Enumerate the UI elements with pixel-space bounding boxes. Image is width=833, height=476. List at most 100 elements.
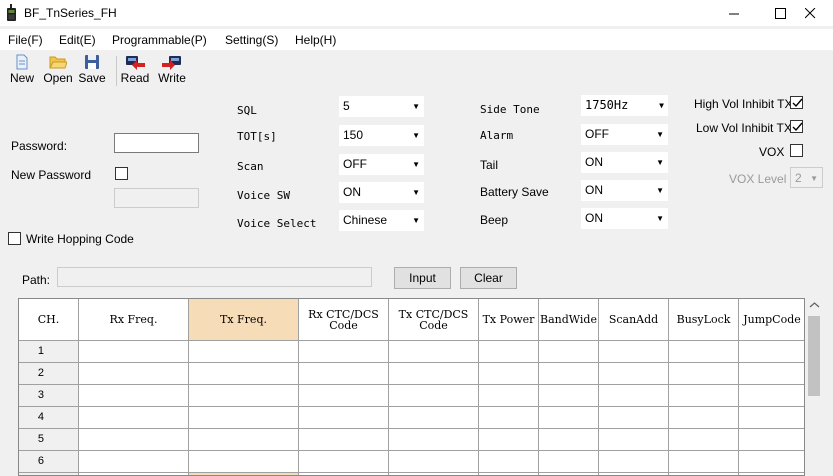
password-field[interactable] <box>114 133 199 153</box>
cell-jumpcode[interactable] <box>739 451 804 473</box>
cell-scanadd[interactable] <box>599 385 669 407</box>
cell-tx-freq[interactable] <box>189 385 299 407</box>
table-row[interactable]: 4 <box>19 407 804 429</box>
cell-tx-power[interactable] <box>479 385 539 407</box>
column-header-rx-freq[interactable]: Rx Freq. <box>79 299 189 341</box>
cell-tx-ctc-dcs[interactable] <box>389 363 479 385</box>
cell-tx-freq[interactable] <box>189 363 299 385</box>
voice-select-select[interactable]: Chinese ▼ <box>339 210 424 231</box>
write-hopping-checkbox[interactable] <box>8 232 21 245</box>
new-button[interactable]: New <box>4 54 40 90</box>
row-header[interactable]: 5 <box>19 429 79 451</box>
table-row[interactable]: 3 <box>19 385 804 407</box>
cell-scanadd[interactable] <box>599 363 669 385</box>
cell-jumpcode[interactable] <box>739 385 804 407</box>
vox-level-select[interactable]: 2 ▼ <box>790 167 823 188</box>
row-header[interactable]: 2 <box>19 363 79 385</box>
row-header[interactable]: 6 <box>19 451 79 473</box>
cell-tx-ctc-dcs[interactable] <box>389 407 479 429</box>
cell-rx-freq[interactable] <box>79 429 189 451</box>
column-header-tx-power[interactable]: Tx Power <box>479 299 539 341</box>
cell-rx-freq[interactable] <box>79 407 189 429</box>
menu-help[interactable]: Help(H) <box>295 33 336 47</box>
menu-edit[interactable]: Edit(E) <box>59 33 96 47</box>
cell-tx-power[interactable] <box>479 451 539 473</box>
vox-checkbox[interactable] <box>790 144 803 157</box>
cell-scanadd[interactable] <box>599 407 669 429</box>
cell-jumpcode[interactable] <box>739 341 804 363</box>
cell-busylock[interactable] <box>669 363 739 385</box>
cell-tx-ctc-dcs[interactable] <box>389 341 479 363</box>
cell-bandwide[interactable] <box>539 363 599 385</box>
cell-scanadd[interactable] <box>599 451 669 473</box>
cell-jumpcode[interactable] <box>739 363 804 385</box>
cell-rx-freq[interactable] <box>79 363 189 385</box>
cell-rx-ctc-dcs[interactable] <box>299 429 389 451</box>
row-header[interactable]: 1 <box>19 341 79 363</box>
read-button[interactable]: Read <box>117 54 153 90</box>
input-button[interactable]: Input <box>394 267 451 289</box>
cell-jumpcode[interactable] <box>739 407 804 429</box>
high-vol-inhibit-checkbox[interactable] <box>790 96 803 109</box>
cell-tx-power[interactable] <box>479 363 539 385</box>
clear-button[interactable]: Clear <box>460 267 517 289</box>
cell-tx-power[interactable] <box>479 407 539 429</box>
cell-scanadd[interactable] <box>599 341 669 363</box>
cell-jumpcode[interactable] <box>739 429 804 451</box>
column-header-ch[interactable]: CH. <box>19 299 79 341</box>
cell-rx-ctc-dcs[interactable] <box>299 407 389 429</box>
cell-busylock[interactable] <box>669 385 739 407</box>
cell-busylock[interactable] <box>669 429 739 451</box>
close-button[interactable] <box>787 0 833 26</box>
table-row[interactable]: 1 <box>19 341 804 363</box>
menu-programmable[interactable]: Programmable(P) <box>112 33 207 47</box>
battery-save-select[interactable]: ON ▼ <box>581 180 668 201</box>
cell-scanadd[interactable] <box>599 429 669 451</box>
alarm-select[interactable]: OFF ▼ <box>581 124 668 145</box>
save-button[interactable]: Save <box>74 54 110 90</box>
cell-tx-freq[interactable] <box>189 451 299 473</box>
scan-select[interactable]: OFF ▼ <box>339 154 424 175</box>
cell-bandwide[interactable] <box>539 429 599 451</box>
column-header-busylock[interactable]: BusyLock <box>669 299 739 341</box>
cell-tx-freq[interactable] <box>189 341 299 363</box>
table-row[interactable]: 2 <box>19 363 804 385</box>
cell-rx-freq[interactable] <box>79 451 189 473</box>
menu-setting[interactable]: Setting(S) <box>225 33 278 47</box>
path-field[interactable] <box>57 267 372 287</box>
cell-busylock[interactable] <box>669 407 739 429</box>
low-vol-inhibit-checkbox[interactable] <box>790 120 803 133</box>
row-header[interactable]: 3 <box>19 385 79 407</box>
open-button[interactable]: Open <box>40 54 76 90</box>
sql-select[interactable]: 5 ▼ <box>339 96 424 117</box>
cell-rx-ctc-dcs[interactable] <box>299 385 389 407</box>
cell-bandwide[interactable] <box>539 451 599 473</box>
column-header-scanadd[interactable]: ScanAdd <box>599 299 669 341</box>
voice-sw-select[interactable]: ON ▼ <box>339 182 424 203</box>
cell-rx-ctc-dcs[interactable] <box>299 451 389 473</box>
scrollbar-thumb[interactable] <box>808 316 820 396</box>
cell-bandwide[interactable] <box>539 385 599 407</box>
channel-table[interactable]: CH. Rx Freq. Tx Freq. Rx CTC/DCS Code Tx CTC… <box>18 298 805 476</box>
column-header-bandwide[interactable]: BandWide <box>539 299 599 341</box>
beep-select[interactable]: ON ▼ <box>581 208 668 229</box>
new-password-field[interactable] <box>114 188 199 208</box>
cell-tx-ctc-dcs[interactable] <box>389 451 479 473</box>
cell-tx-freq[interactable] <box>189 429 299 451</box>
write-button[interactable]: Write <box>154 54 190 90</box>
row-header[interactable]: 4 <box>19 407 79 429</box>
cell-busylock[interactable] <box>669 341 739 363</box>
tail-select[interactable]: ON ▼ <box>581 152 668 173</box>
cell-tx-freq[interactable] <box>189 407 299 429</box>
cell-busylock[interactable] <box>669 451 739 473</box>
side-tone-select[interactable]: 1750Hz ▼ <box>581 95 668 116</box>
column-header-jumpcode[interactable]: JumpCode <box>739 299 804 341</box>
cell-rx-ctc-dcs[interactable] <box>299 363 389 385</box>
cell-tx-ctc-dcs[interactable] <box>389 429 479 451</box>
new-password-checkbox[interactable] <box>115 167 128 180</box>
table-row[interactable]: 5 <box>19 429 804 451</box>
table-row[interactable]: 6 <box>19 451 804 473</box>
cell-rx-freq[interactable] <box>79 385 189 407</box>
column-header-tx-ctc-dcs[interactable]: Tx CTC/DCS Code <box>389 299 479 341</box>
menu-file[interactable]: File(F) <box>8 33 43 47</box>
